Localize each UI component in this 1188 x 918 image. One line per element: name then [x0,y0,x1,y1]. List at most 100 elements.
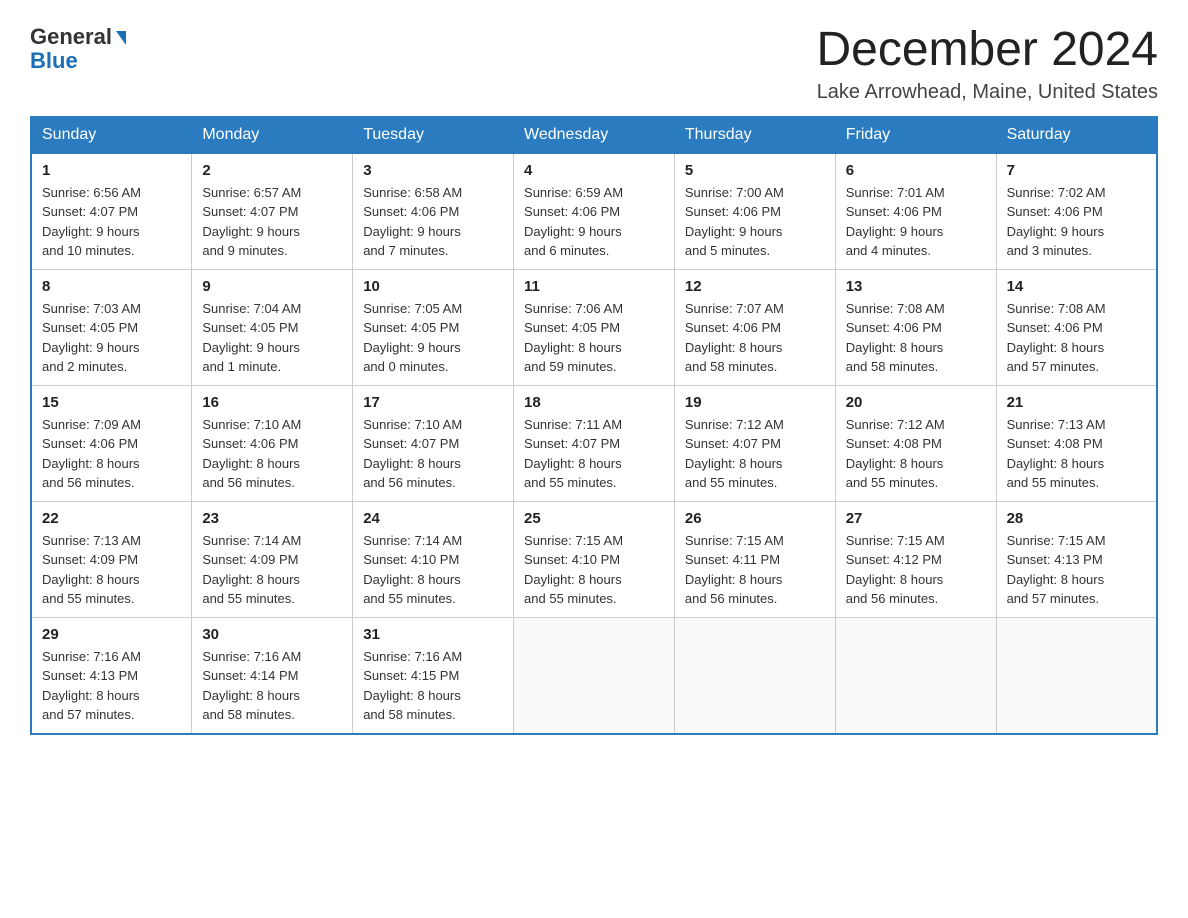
calendar-day-cell: 19 Sunrise: 7:12 AMSunset: 4:07 PMDayligh… [674,385,835,501]
logo: General Blue [30,24,126,74]
page-header: General Blue December 2024 Lake Arrowhea… [30,24,1158,104]
day-number: 24 [363,510,503,527]
calendar-day-cell: 16Sunrise: 7:10 AMSunset: 4:06 PMDayligh… [192,385,353,501]
day-info: Sunrise: 7:01 AMSunset: 4:06 PMDaylight:… [846,183,986,261]
day-of-week-header: Sunday [31,117,192,153]
day-info: Sunrise: 7:15 AMSunset: 4:10 PMDaylight:… [524,531,664,609]
day-of-week-header: Wednesday [514,117,675,153]
calendar-day-cell: 31Sunrise: 7:16 AMSunset: 4:15 PMDayligh… [353,617,514,734]
day-info: Sunrise: 7:03 AMSunset: 4:05 PMDaylight:… [42,299,181,377]
calendar-week-row: 22 Sunrise: 7:13 AMSunset: 4:09 PMDayligh… [31,501,1157,617]
calendar-day-cell: 3 Sunrise: 6:58 AMSunset: 4:06 PMDaylight… [353,153,514,270]
day-info: Sunrise: 7:15 AMSunset: 4:12 PMDaylight:… [846,531,986,609]
calendar-day-cell [514,617,675,734]
calendar-day-cell: 24 Sunrise: 7:14 AMSunset: 4:10 PMDayligh… [353,501,514,617]
day-number: 29 [42,626,181,643]
day-of-week-header: Tuesday [353,117,514,153]
calendar-day-cell: 21 Sunrise: 7:13 AMSunset: 4:08 PMDayligh… [996,385,1157,501]
day-number: 20 [846,394,986,411]
calendar-day-cell: 20 Sunrise: 7:12 AMSunset: 4:08 PMDayligh… [835,385,996,501]
logo-text: General [30,24,126,50]
calendar-week-row: 8Sunrise: 7:03 AMSunset: 4:05 PMDaylight… [31,269,1157,385]
calendar-day-cell: 15 Sunrise: 7:09 AMSunset: 4:06 PMDayligh… [31,385,192,501]
day-info: Sunrise: 7:15 AMSunset: 4:11 PMDaylight:… [685,531,825,609]
calendar-day-cell: 2Sunrise: 6:57 AMSunset: 4:07 PMDaylight… [192,153,353,270]
day-info: Sunrise: 7:14 AMSunset: 4:10 PMDaylight:… [363,531,503,609]
day-number: 6 [846,162,986,179]
day-info: Sunrise: 7:16 AMSunset: 4:14 PMDaylight:… [202,647,342,725]
day-number: 21 [1007,394,1146,411]
day-of-week-header: Friday [835,117,996,153]
calendar-day-cell: 10 Sunrise: 7:05 AMSunset: 4:05 PMDayligh… [353,269,514,385]
day-number: 25 [524,510,664,527]
day-number: 17 [363,394,503,411]
day-info: Sunrise: 7:00 AMSunset: 4:06 PMDaylight:… [685,183,825,261]
calendar-day-cell: 9Sunrise: 7:04 AMSunset: 4:05 PMDaylight… [192,269,353,385]
logo-blue: Blue [30,48,78,74]
calendar-day-cell: 4 Sunrise: 6:59 AMSunset: 4:06 PMDaylight… [514,153,675,270]
day-number: 28 [1007,510,1146,527]
calendar-day-cell: 5 Sunrise: 7:00 AMSunset: 4:06 PMDaylight… [674,153,835,270]
calendar-day-cell: 26Sunrise: 7:15 AMSunset: 4:11 PMDayligh… [674,501,835,617]
calendar-day-cell: 14 Sunrise: 7:08 AMSunset: 4:06 PMDayligh… [996,269,1157,385]
day-info: Sunrise: 7:13 AMSunset: 4:08 PMDaylight:… [1007,415,1146,493]
calendar-week-row: 1Sunrise: 6:56 AMSunset: 4:07 PMDaylight… [31,153,1157,270]
calendar-week-row: 29Sunrise: 7:16 AMSunset: 4:13 PMDayligh… [31,617,1157,734]
day-number: 5 [685,162,825,179]
page-subtitle: Lake Arrowhead, Maine, United States [816,81,1158,104]
day-number: 23 [202,510,342,527]
calendar-day-cell [996,617,1157,734]
calendar-header-row: SundayMondayTuesdayWednesdayThursdayFrid… [31,117,1157,153]
calendar-day-cell: 29Sunrise: 7:16 AMSunset: 4:13 PMDayligh… [31,617,192,734]
calendar-day-cell: 18 Sunrise: 7:11 AMSunset: 4:07 PMDayligh… [514,385,675,501]
calendar-day-cell: 1Sunrise: 6:56 AMSunset: 4:07 PMDaylight… [31,153,192,270]
day-number: 22 [42,510,181,527]
day-number: 3 [363,162,503,179]
day-number: 7 [1007,162,1146,179]
day-number: 11 [524,278,664,295]
calendar-day-cell: 28 Sunrise: 7:15 AMSunset: 4:13 PMDayligh… [996,501,1157,617]
day-info: Sunrise: 7:14 AMSunset: 4:09 PMDaylight:… [202,531,342,609]
day-info: Sunrise: 7:12 AMSunset: 4:08 PMDaylight:… [846,415,986,493]
calendar-day-cell: 22 Sunrise: 7:13 AMSunset: 4:09 PMDayligh… [31,501,192,617]
day-number: 10 [363,278,503,295]
calendar-day-cell [835,617,996,734]
day-info: Sunrise: 7:08 AMSunset: 4:06 PMDaylight:… [846,299,986,377]
calendar-day-cell: 13 Sunrise: 7:08 AMSunset: 4:06 PMDayligh… [835,269,996,385]
day-info: Sunrise: 7:12 AMSunset: 4:07 PMDaylight:… [685,415,825,493]
day-number: 31 [363,626,503,643]
day-number: 16 [202,394,342,411]
day-info: Sunrise: 7:05 AMSunset: 4:05 PMDaylight:… [363,299,503,377]
day-number: 4 [524,162,664,179]
day-info: Sunrise: 7:13 AMSunset: 4:09 PMDaylight:… [42,531,181,609]
calendar-day-cell: 17Sunrise: 7:10 AMSunset: 4:07 PMDayligh… [353,385,514,501]
logo-arrow-icon [116,31,126,45]
day-info: Sunrise: 7:08 AMSunset: 4:06 PMDaylight:… [1007,299,1146,377]
day-info: Sunrise: 7:09 AMSunset: 4:06 PMDaylight:… [42,415,181,493]
calendar-day-cell: 7Sunrise: 7:02 AMSunset: 4:06 PMDaylight… [996,153,1157,270]
day-number: 15 [42,394,181,411]
calendar-week-row: 15 Sunrise: 7:09 AMSunset: 4:06 PMDayligh… [31,385,1157,501]
day-number: 9 [202,278,342,295]
calendar-day-cell: 25 Sunrise: 7:15 AMSunset: 4:10 PMDayligh… [514,501,675,617]
day-of-week-header: Thursday [674,117,835,153]
calendar-day-cell: 23 Sunrise: 7:14 AMSunset: 4:09 PMDayligh… [192,501,353,617]
day-info: Sunrise: 6:58 AMSunset: 4:06 PMDaylight:… [363,183,503,261]
day-info: Sunrise: 6:59 AMSunset: 4:06 PMDaylight:… [524,183,664,261]
day-info: Sunrise: 7:11 AMSunset: 4:07 PMDaylight:… [524,415,664,493]
day-number: 19 [685,394,825,411]
day-number: 12 [685,278,825,295]
calendar-day-cell: 30Sunrise: 7:16 AMSunset: 4:14 PMDayligh… [192,617,353,734]
logo-general: General [30,24,112,50]
day-info: Sunrise: 6:57 AMSunset: 4:07 PMDaylight:… [202,183,342,261]
day-of-week-header: Saturday [996,117,1157,153]
day-info: Sunrise: 7:15 AMSunset: 4:13 PMDaylight:… [1007,531,1146,609]
page-title: December 2024 [816,24,1158,77]
day-number: 14 [1007,278,1146,295]
day-number: 13 [846,278,986,295]
day-of-week-header: Monday [192,117,353,153]
day-number: 18 [524,394,664,411]
calendar-day-cell: 8Sunrise: 7:03 AMSunset: 4:05 PMDaylight… [31,269,192,385]
day-number: 27 [846,510,986,527]
day-number: 1 [42,162,181,179]
